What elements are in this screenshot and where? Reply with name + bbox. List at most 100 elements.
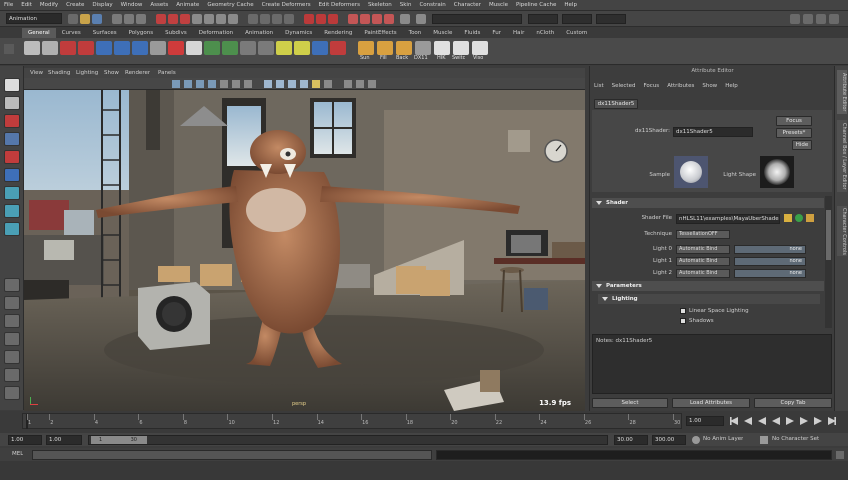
- soft-mod-icon[interactable]: [4, 204, 20, 218]
- select-button[interactable]: Select: [592, 398, 668, 408]
- menu-item-skeleton[interactable]: Skeleton: [368, 2, 392, 8]
- deform-mask-icon[interactable]: [216, 14, 226, 24]
- menu-item-modify[interactable]: Modify: [40, 2, 58, 8]
- ipr-render-icon[interactable]: [316, 14, 326, 24]
- quick-select-field[interactable]: [432, 14, 522, 24]
- menu-item-create[interactable]: Create: [66, 2, 84, 8]
- shelf-tab-polygons[interactable]: Polygons: [123, 28, 159, 38]
- shelf-tab-toon[interactable]: Toon: [403, 28, 428, 38]
- history-icon[interactable]: [240, 41, 256, 55]
- plane-icon[interactable]: [186, 41, 202, 55]
- camera-attr-icon[interactable]: [172, 80, 180, 88]
- sphere-icon[interactable]: [114, 41, 130, 55]
- menu-item-constrain[interactable]: Constrain: [419, 2, 445, 8]
- attr-menu-help[interactable]: Help: [725, 83, 738, 89]
- use-all-lights-icon[interactable]: [312, 80, 320, 88]
- attr-menu-attributes[interactable]: Attributes: [667, 83, 694, 89]
- focus-button[interactable]: Focus: [776, 116, 812, 126]
- move-icon[interactable]: [4, 132, 20, 146]
- script-editor-icon[interactable]: [836, 451, 844, 459]
- select-tool-icon[interactable]: [24, 41, 40, 55]
- x-field[interactable]: [528, 14, 558, 24]
- four-pane-icon[interactable]: [4, 296, 20, 310]
- shelf-tab-curves[interactable]: Curves: [56, 28, 87, 38]
- menu-item-skin[interactable]: Skin: [400, 2, 412, 8]
- z-field[interactable]: [596, 14, 626, 24]
- bookmark-icon[interactable]: [184, 80, 192, 88]
- shelf-tab-dynamics[interactable]: Dynamics: [279, 28, 318, 38]
- hypershade-icon[interactable]: [348, 14, 358, 24]
- shelf-tab-custom[interactable]: Custom: [560, 28, 593, 38]
- snap-plane-icon[interactable]: [284, 14, 294, 24]
- snap-grid-icon[interactable]: [248, 14, 258, 24]
- light-icon[interactable]: [312, 41, 328, 55]
- hik-icon[interactable]: [434, 41, 450, 55]
- light-0-connection[interactable]: none: [734, 245, 806, 254]
- camera-icon[interactable]: [222, 41, 238, 55]
- snap-curve-icon[interactable]: [260, 14, 270, 24]
- dx11-icon[interactable]: [415, 41, 431, 55]
- cube-icon[interactable]: [132, 41, 148, 55]
- toggle-channel-box-icon[interactable]: [816, 14, 826, 24]
- shelf-tab-fluids[interactable]: Fluids: [458, 28, 486, 38]
- menu-item-edit[interactable]: Edit: [21, 2, 32, 8]
- paint-select-icon[interactable]: [4, 114, 20, 128]
- xray-joints-icon[interactable]: [368, 80, 376, 88]
- node-tab-dx11shader5[interactable]: dx11Shader5: [594, 99, 638, 109]
- shelf-tab-general[interactable]: General: [22, 28, 56, 38]
- wireframe-icon[interactable]: [264, 80, 272, 88]
- textured-icon[interactable]: [300, 80, 308, 88]
- perspective-viewport[interactable]: persp 13.9 fps: [24, 90, 585, 411]
- menu-item-display[interactable]: Display: [92, 2, 112, 8]
- scale-tool-icon[interactable]: [96, 41, 112, 55]
- shadows-icon[interactable]: [324, 80, 332, 88]
- attr-menu-show[interactable]: Show: [702, 83, 717, 89]
- character-set-label[interactable]: No Character Set: [772, 436, 819, 442]
- viewport-menu-shading[interactable]: Shading: [48, 70, 70, 76]
- select-component-icon[interactable]: [136, 14, 146, 24]
- wire-on-shaded-icon[interactable]: [288, 80, 296, 88]
- lighting-editor-icon[interactable]: [384, 14, 394, 24]
- menu-item-window[interactable]: Window: [121, 2, 143, 8]
- freeze-icon[interactable]: [294, 41, 310, 55]
- attr-menu-selected[interactable]: Selected: [612, 83, 636, 89]
- light-1-connection[interactable]: none: [734, 257, 806, 266]
- key-icon[interactable]: [330, 41, 346, 55]
- tab-attribute-editor[interactable]: Attribute Editor: [837, 70, 847, 114]
- move-tool-icon[interactable]: [60, 41, 76, 55]
- light-2-dropdown[interactable]: Automatic Bind: [676, 269, 730, 278]
- new-scene-icon[interactable]: [68, 14, 78, 24]
- viewport-menu-renderer[interactable]: Renderer: [125, 70, 150, 76]
- load-attributes-button[interactable]: Load Attributes: [672, 398, 750, 408]
- attr-menu-list[interactable]: List: [594, 83, 604, 89]
- viso-icon[interactable]: [472, 41, 488, 55]
- shelf-menu-icon[interactable]: [4, 44, 14, 54]
- select-arrow-icon[interactable]: [4, 78, 20, 92]
- tab-character-controls[interactable]: Character Controls: [837, 206, 847, 256]
- attr-menu-focus[interactable]: Focus: [643, 83, 659, 89]
- viewport-menu-show[interactable]: Show: [104, 70, 119, 76]
- lasso-tool-icon[interactable]: [42, 41, 58, 55]
- copy-tab-button[interactable]: Copy Tab: [754, 398, 832, 408]
- shader-file-field[interactable]: nHLSL11\examples\MayaUberShader.fx: [676, 214, 780, 224]
- surface-mask-icon[interactable]: [204, 14, 214, 24]
- shelf-tab-hair[interactable]: Hair: [507, 28, 530, 38]
- menu-item-help[interactable]: Help: [564, 2, 577, 8]
- mask-icon[interactable]: [156, 14, 166, 24]
- linear-space-lighting-checkbox[interactable]: [680, 308, 686, 314]
- viewport-menu-view[interactable]: View: [30, 70, 43, 76]
- menu-item-pipeline-cache[interactable]: Pipeline Cache: [516, 2, 556, 8]
- smooth-shade-icon[interactable]: [276, 80, 284, 88]
- shelf-tab-rendering[interactable]: Rendering: [318, 28, 358, 38]
- range-end-field[interactable]: 30.00: [614, 435, 648, 445]
- fill-light-icon[interactable]: [377, 41, 393, 55]
- command-input[interactable]: [32, 450, 432, 460]
- toggle-attribute-editor-icon[interactable]: [790, 14, 800, 24]
- tab-channel-box[interactable]: Channel Box / Layer Editor: [837, 120, 847, 192]
- anim-end-field[interactable]: 300.00: [652, 435, 686, 445]
- presets-button[interactable]: Presets*: [776, 128, 812, 138]
- curve-mask-icon[interactable]: [192, 14, 202, 24]
- single-pane-icon[interactable]: [4, 278, 20, 292]
- menu-item-animate[interactable]: Animate: [176, 2, 199, 8]
- range-start-field[interactable]: 1.00: [8, 435, 42, 445]
